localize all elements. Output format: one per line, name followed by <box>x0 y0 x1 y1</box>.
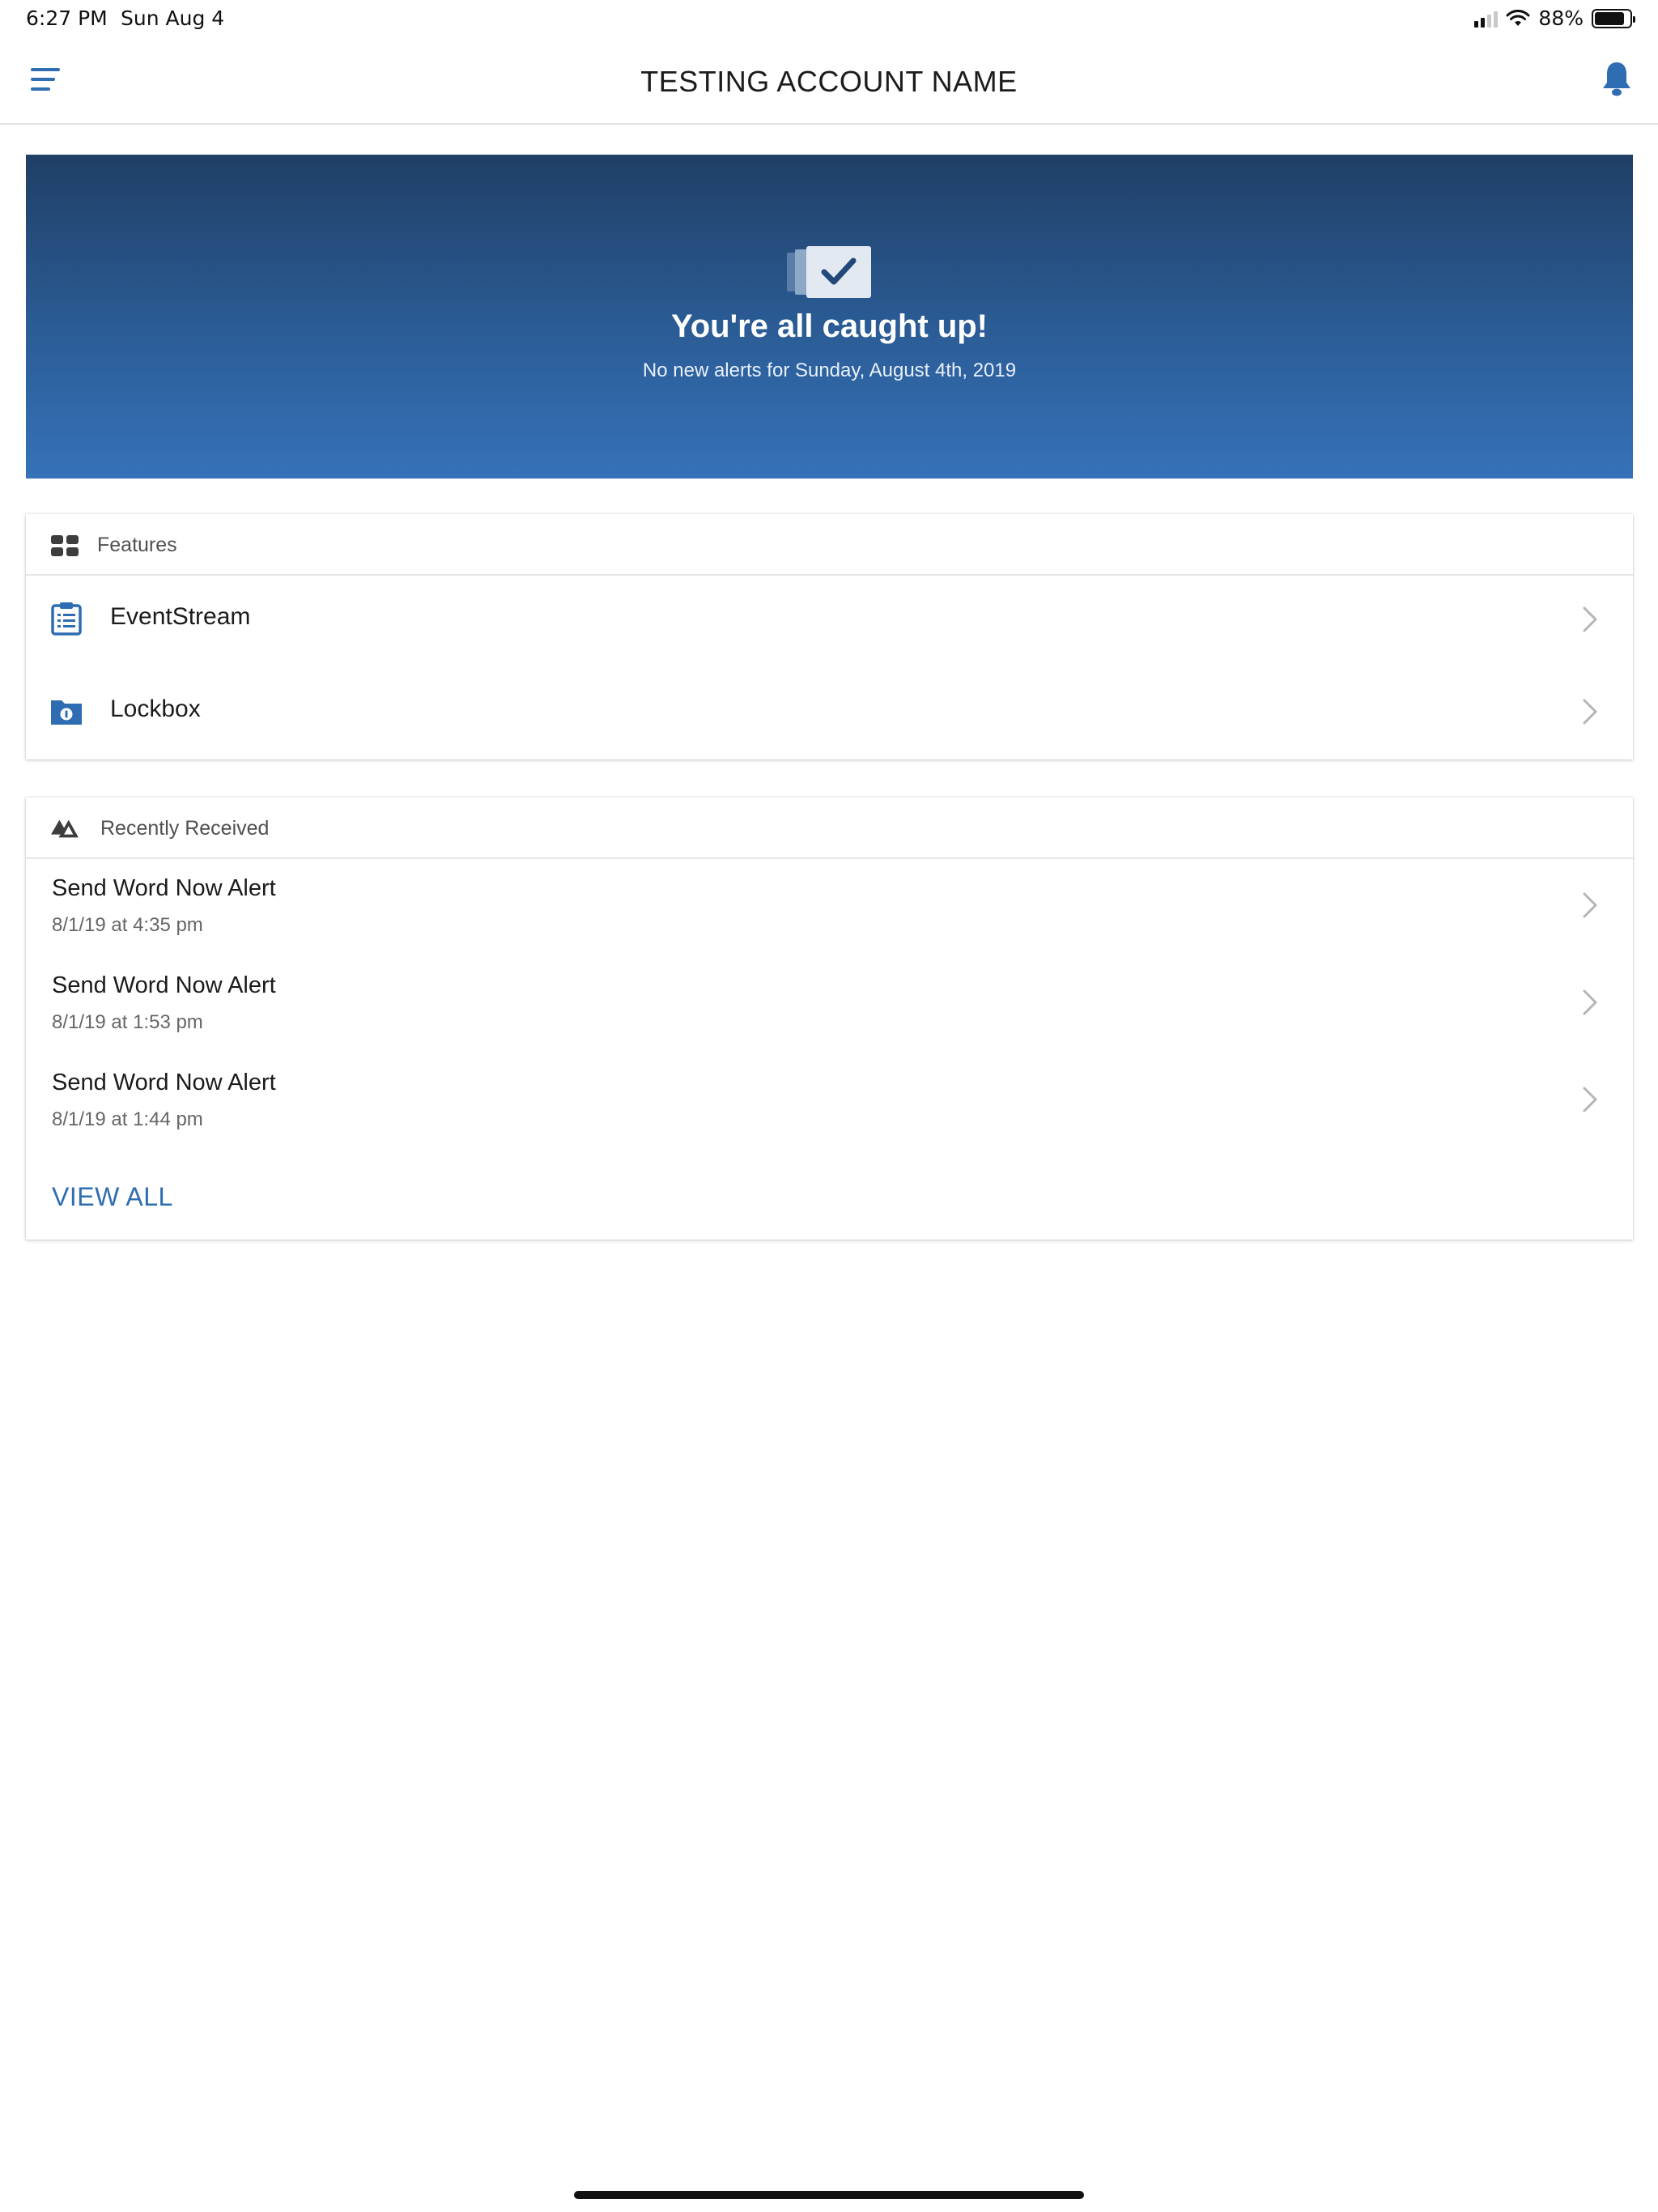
view-all-link[interactable]: VIEW ALL <box>52 1182 173 1212</box>
alert-timestamp: 8/1/19 at 1:44 pm <box>52 1108 203 1130</box>
alert-title: Send Word Now Alert <box>52 1070 276 1095</box>
alert-timestamp: 8/1/19 at 1:53 pm <box>52 1011 203 1033</box>
alert-list-item[interactable]: Send Word Now Alert 8/1/19 at 4:35 pm <box>26 859 1633 956</box>
recently-received-card: Recently Received Send Word Now Alert 8/… <box>26 798 1633 1240</box>
battery-icon <box>1592 8 1635 28</box>
alert-title: Send Word Now Alert <box>52 972 276 998</box>
chevron-right-icon <box>1583 606 1597 632</box>
feature-item-label: Lockbox <box>110 696 201 722</box>
chevron-right-icon <box>1583 1087 1597 1112</box>
check-stack-icon <box>787 246 871 298</box>
home-indicator[interactable] <box>574 2191 1084 2199</box>
features-header: Features <box>26 514 1633 576</box>
recently-received-header: Recently Received <box>26 798 1633 859</box>
cellular-signal-icon <box>1474 10 1499 28</box>
features-header-label: Features <box>97 534 177 556</box>
caught-up-subtitle: No new alerts for Sunday, August 4th, 20… <box>642 359 1017 381</box>
features-card: Features EventStream Lockbox <box>26 514 1633 759</box>
app-screen: 6:27 PM Sun Aug 4 88% TESTING ACCOUNT NA… <box>0 0 1658 2212</box>
alert-list-item[interactable]: Send Word Now Alert 8/1/19 at 1:44 pm <box>26 1053 1633 1151</box>
feature-item-lockbox[interactable]: Lockbox <box>26 668 1633 760</box>
alert-triangles-icon <box>51 819 79 838</box>
notifications-button[interactable] <box>1600 60 1634 99</box>
page-title: TESTING ACCOUNT NAME <box>640 65 1018 98</box>
status-date: Sun Aug 4 <box>121 6 225 30</box>
recently-received-header-label: Recently Received <box>100 817 270 840</box>
alert-timestamp: 8/1/19 at 4:35 pm <box>52 914 203 936</box>
battery-percent: 88% <box>1538 6 1584 30</box>
chevron-right-icon <box>1583 989 1597 1015</box>
feature-item-eventstream[interactable]: EventStream <box>26 576 1633 668</box>
grid-icon <box>51 535 79 556</box>
status-time: 6:27 PM <box>26 6 108 30</box>
alert-list-item[interactable]: Send Word Now Alert 8/1/19 at 1:53 pm <box>26 956 1633 1053</box>
feature-item-label: EventStream <box>110 603 251 630</box>
nav-bar: TESTING ACCOUNT NAME <box>0 39 1658 125</box>
lockbox-folder-icon <box>51 700 82 725</box>
alert-title: Send Word Now Alert <box>52 875 276 901</box>
chevron-right-icon <box>1583 892 1597 918</box>
status-indicators: 88% <box>1474 6 1635 30</box>
caught-up-banner: You're all caught up! No new alerts for … <box>26 155 1633 479</box>
status-bar: 6:27 PM Sun Aug 4 88% <box>0 0 1658 39</box>
bell-icon <box>1603 62 1630 96</box>
chevron-right-icon <box>1583 699 1597 725</box>
clipboard-list-icon <box>51 602 82 636</box>
wifi-icon <box>1506 9 1530 26</box>
caught-up-title: You're all caught up! <box>670 308 988 344</box>
